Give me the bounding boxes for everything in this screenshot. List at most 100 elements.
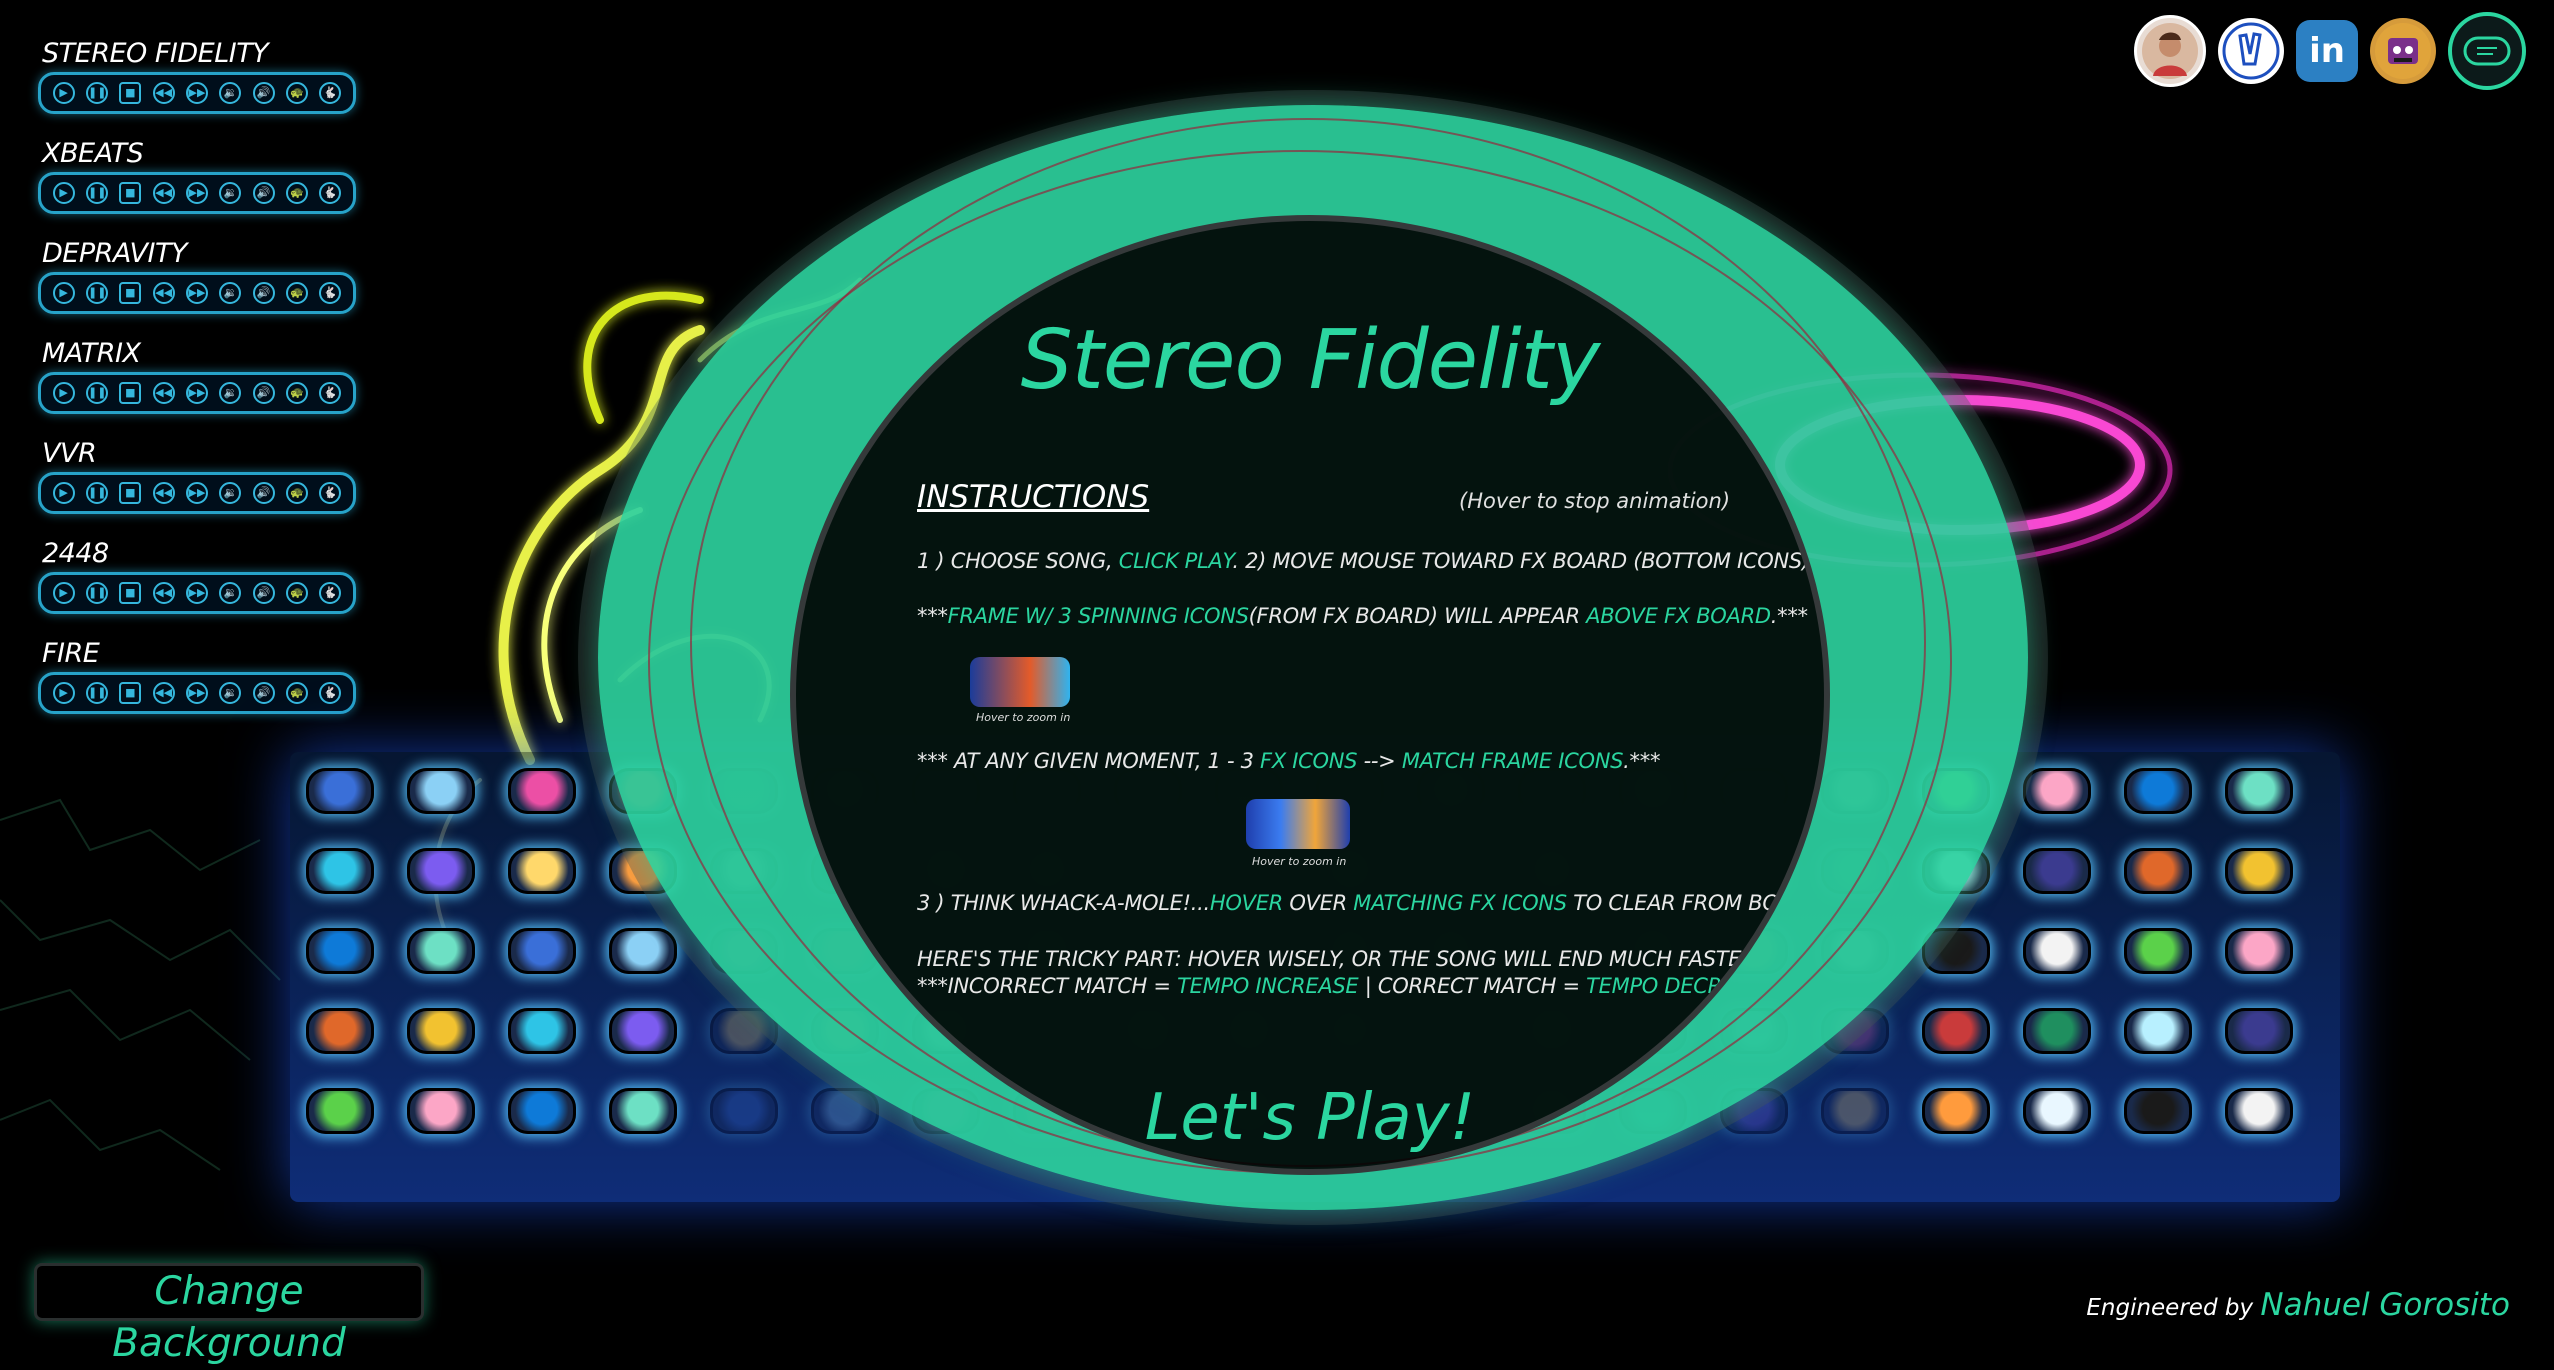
volume-up-icon[interactable]: 🔊 — [252, 82, 275, 104]
stop-icon[interactable]: ■ — [119, 582, 142, 604]
fast-forward-icon[interactable]: ▶▶ — [185, 82, 208, 104]
rewind-icon[interactable]: ◀◀ — [152, 582, 175, 604]
play-icon[interactable]: ▶ — [52, 582, 75, 604]
play-icon[interactable]: ▶ — [52, 682, 75, 704]
author-link[interactable]: Nahuel Gorosito — [2260, 1287, 2510, 1323]
play-icon[interactable]: ▶ — [52, 382, 75, 404]
fast-tempo-icon[interactable]: 🐇 — [319, 82, 342, 104]
fx-icon[interactable] — [609, 1088, 677, 1134]
volume-down-icon[interactable]: 🔉 — [219, 282, 242, 304]
frame-example-thumbnail[interactable] — [970, 657, 1070, 707]
profile-photo-icon[interactable] — [2134, 15, 2206, 87]
fx-icon[interactable] — [407, 1008, 475, 1054]
fast-tempo-icon[interactable]: 🐇 — [319, 182, 342, 204]
fast-forward-icon[interactable]: ▶▶ — [185, 682, 208, 704]
slow-tempo-icon[interactable]: 🐢 — [285, 582, 308, 604]
slow-tempo-icon[interactable]: 🐢 — [285, 682, 308, 704]
pause-icon[interactable]: ❚❚ — [85, 282, 108, 304]
change-background-button[interactable]: Change Background — [34, 1263, 424, 1366]
fx-icon[interactable] — [2124, 848, 2192, 894]
fx-icon[interactable] — [1922, 1088, 1990, 1134]
fx-icon[interactable] — [2023, 768, 2091, 814]
menu-toggle-icon[interactable] — [2448, 12, 2526, 90]
fx-icon[interactable] — [2225, 1088, 2293, 1134]
volume-down-icon[interactable]: 🔉 — [219, 82, 242, 104]
fx-icon[interactable] — [508, 768, 576, 814]
fx-icon[interactable] — [508, 1088, 576, 1134]
slow-tempo-icon[interactable]: 🐢 — [285, 282, 308, 304]
rewind-icon[interactable]: ◀◀ — [152, 282, 175, 304]
slow-tempo-icon[interactable]: 🐢 — [285, 382, 308, 404]
play-icon[interactable]: ▶ — [52, 82, 75, 104]
fx-icon[interactable] — [407, 1088, 475, 1134]
pause-icon[interactable]: ❚❚ — [85, 682, 108, 704]
fast-tempo-icon[interactable]: 🐇 — [319, 682, 342, 704]
stop-icon[interactable]: ■ — [119, 82, 142, 104]
fast-tempo-icon[interactable]: 🐇 — [319, 282, 342, 304]
stop-icon[interactable]: ■ — [119, 682, 142, 704]
peace-sign-icon[interactable] — [2218, 18, 2284, 84]
volume-up-icon[interactable]: 🔊 — [252, 682, 275, 704]
pause-icon[interactable]: ❚❚ — [85, 382, 108, 404]
volume-up-icon[interactable]: 🔊 — [252, 182, 275, 204]
fx-icon[interactable] — [306, 928, 374, 974]
fx-icon[interactable] — [609, 1008, 677, 1054]
volume-up-icon[interactable]: 🔊 — [252, 382, 275, 404]
play-icon[interactable]: ▶ — [52, 482, 75, 504]
stop-icon[interactable]: ■ — [119, 282, 142, 304]
rewind-icon[interactable]: ◀◀ — [152, 382, 175, 404]
fx-icon[interactable] — [2023, 928, 2091, 974]
art-avatar-icon[interactable] — [2370, 18, 2436, 84]
volume-up-icon[interactable]: 🔊 — [252, 582, 275, 604]
fx-icon[interactable] — [1821, 1088, 1889, 1134]
pause-icon[interactable]: ❚❚ — [85, 482, 108, 504]
rewind-icon[interactable]: ◀◀ — [152, 682, 175, 704]
fast-forward-icon[interactable]: ▶▶ — [185, 282, 208, 304]
fx-icon[interactable] — [407, 848, 475, 894]
fx-icon[interactable] — [508, 848, 576, 894]
rewind-icon[interactable]: ◀◀ — [152, 82, 175, 104]
volume-up-icon[interactable]: 🔊 — [252, 282, 275, 304]
fx-icon[interactable] — [2023, 848, 2091, 894]
fx-icon[interactable] — [2225, 768, 2293, 814]
rewind-icon[interactable]: ◀◀ — [152, 182, 175, 204]
fx-icon[interactable] — [2124, 768, 2192, 814]
fx-icon[interactable] — [710, 1088, 778, 1134]
fx-icon[interactable] — [2225, 1008, 2293, 1054]
volume-down-icon[interactable]: 🔉 — [219, 382, 242, 404]
lets-play-button[interactable]: Let's Play! — [796, 1081, 1824, 1155]
slow-tempo-icon[interactable]: 🐢 — [285, 82, 308, 104]
fast-forward-icon[interactable]: ▶▶ — [185, 382, 208, 404]
fx-icon[interactable] — [306, 768, 374, 814]
fx-icon[interactable] — [407, 928, 475, 974]
instructions-modal[interactable]: Stereo Fidelity INSTRUCTIONS (Hover to s… — [790, 215, 1830, 1175]
pause-icon[interactable]: ❚❚ — [85, 82, 108, 104]
fx-icon[interactable] — [508, 1008, 576, 1054]
slow-tempo-icon[interactable]: 🐢 — [285, 482, 308, 504]
play-icon[interactable]: ▶ — [52, 282, 75, 304]
fx-icon[interactable] — [2023, 1008, 2091, 1054]
fast-tempo-icon[interactable]: 🐇 — [319, 382, 342, 404]
stop-icon[interactable]: ■ — [119, 182, 142, 204]
stop-icon[interactable]: ■ — [119, 482, 142, 504]
pause-icon[interactable]: ❚❚ — [85, 182, 108, 204]
fast-tempo-icon[interactable]: 🐇 — [319, 482, 342, 504]
fx-icon[interactable] — [306, 1008, 374, 1054]
pause-icon[interactable]: ❚❚ — [85, 582, 108, 604]
fx-icon[interactable] — [508, 928, 576, 974]
fx-icon[interactable] — [2124, 1008, 2192, 1054]
fx-icon[interactable] — [2225, 928, 2293, 974]
fx-icon[interactable] — [2124, 928, 2192, 974]
board-example-thumbnail[interactable] — [1246, 799, 1350, 849]
stop-icon[interactable]: ■ — [119, 382, 142, 404]
fx-icon[interactable] — [2023, 1088, 2091, 1134]
volume-down-icon[interactable]: 🔉 — [219, 582, 242, 604]
fast-forward-icon[interactable]: ▶▶ — [185, 582, 208, 604]
volume-down-icon[interactable]: 🔉 — [219, 182, 242, 204]
fx-icon[interactable] — [1922, 1008, 1990, 1054]
volume-up-icon[interactable]: 🔊 — [252, 482, 275, 504]
rewind-icon[interactable]: ◀◀ — [152, 482, 175, 504]
fast-forward-icon[interactable]: ▶▶ — [185, 182, 208, 204]
fx-icon[interactable] — [407, 768, 475, 814]
fast-forward-icon[interactable]: ▶▶ — [185, 482, 208, 504]
